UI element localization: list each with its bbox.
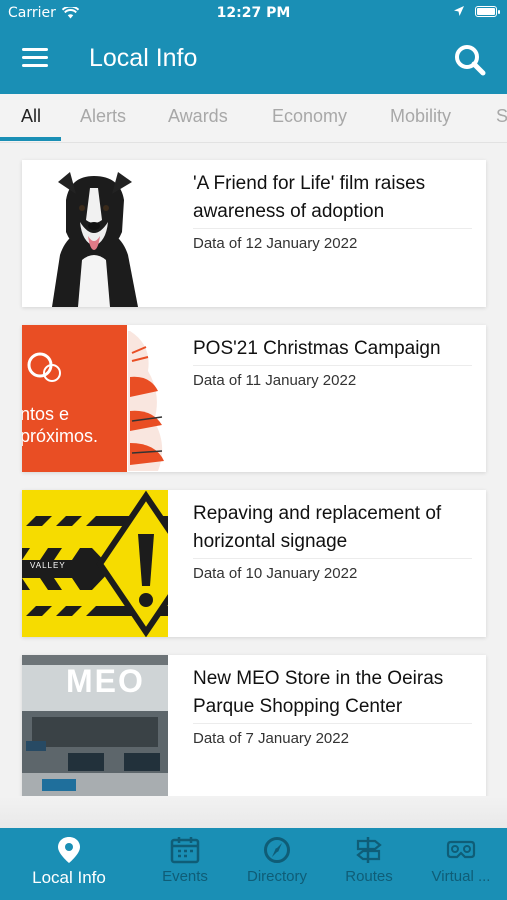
divider xyxy=(193,228,472,229)
list-scroll-fade xyxy=(0,796,507,828)
vr-headset-icon xyxy=(446,840,476,859)
news-thumbnail-christmas: ntos e próximos. xyxy=(22,325,168,472)
app-bar: Local Info xyxy=(0,28,507,94)
category-tabs: All Alerts Awards Economy Mobility So xyxy=(0,94,507,143)
news-card[interactable]: ntos e próximos. POS'21 Christmas Campai… xyxy=(22,325,486,472)
news-date: Data of 7 January 2022 xyxy=(193,730,349,747)
signpost-icon xyxy=(356,837,382,863)
nav-virtual[interactable]: Virtual ... xyxy=(411,836,507,885)
news-date: Data of 12 January 2022 xyxy=(193,235,358,252)
clock: 12:27 PM xyxy=(216,5,291,21)
news-headline: Repaving and replacement of horizontal s… xyxy=(193,503,442,552)
nav-local-info-label: Local Info xyxy=(32,868,106,887)
calendar-icon xyxy=(170,837,200,864)
divider xyxy=(193,558,472,559)
news-headline: New MEO Store in the Oeiras Parque Shopp… xyxy=(193,668,444,717)
christmas-campaign-text: ntos e próximos. xyxy=(22,404,99,446)
roadwork-sign-text: VALLEY xyxy=(30,561,66,570)
tab-alerts[interactable]: Alerts xyxy=(80,106,126,127)
nav-directory[interactable]: Directory xyxy=(227,836,327,885)
news-headline: POS'21 Christmas Campaign xyxy=(193,338,441,359)
tab-awards[interactable]: Awards xyxy=(168,106,228,127)
news-headline: 'A Friend for Life' film raises awarenes… xyxy=(193,173,426,222)
news-card[interactable]: VALLEY Repaving and replacement of horiz… xyxy=(22,490,486,637)
hamburger-icon xyxy=(22,48,48,67)
compass-icon xyxy=(264,837,290,863)
nav-events[interactable]: Events xyxy=(135,836,235,885)
nav-virtual-label: Virtual ... xyxy=(431,868,491,885)
menu-button[interactable] xyxy=(22,48,48,74)
bottom-navigation: Local Info Events Directory Routes Virtu… xyxy=(0,828,507,900)
location-arrow-icon xyxy=(454,6,464,16)
nav-local-info[interactable]: Local Info xyxy=(19,836,119,888)
search-icon xyxy=(455,45,486,76)
search-button[interactable] xyxy=(453,43,487,81)
tab-mobility[interactable]: Mobility xyxy=(390,106,451,127)
active-tab-indicator xyxy=(0,137,61,141)
tab-all[interactable]: All xyxy=(21,106,41,127)
divider xyxy=(193,365,472,366)
news-thumbnail-roadwork: VALLEY xyxy=(22,490,168,637)
map-pin-icon xyxy=(58,837,80,863)
tab-economy[interactable]: Economy xyxy=(272,106,347,127)
news-thumbnail-store: MEO xyxy=(22,655,168,802)
nav-directory-label: Directory xyxy=(246,868,307,885)
meo-logo-text: MEO xyxy=(66,663,145,699)
news-date: Data of 10 January 2022 xyxy=(193,565,358,582)
news-card[interactable]: MEO New MEO Store in the Oeiras Parque S… xyxy=(22,655,486,802)
battery-icon xyxy=(475,5,500,17)
news-card[interactable]: 'A Friend for Life' film raises awarenes… xyxy=(22,160,486,307)
status-bar: Carrier 12:27 PM xyxy=(0,0,507,28)
nav-routes-label: Routes xyxy=(345,868,393,885)
news-thumbnail-dog xyxy=(22,160,168,307)
divider xyxy=(193,723,472,724)
tab-partial[interactable]: So xyxy=(496,106,507,127)
nav-routes[interactable]: Routes xyxy=(319,836,419,885)
nav-events-label: Events xyxy=(162,868,208,885)
page-title: Local Info xyxy=(89,44,198,72)
news-date: Data of 11 January 2022 xyxy=(193,372,357,389)
